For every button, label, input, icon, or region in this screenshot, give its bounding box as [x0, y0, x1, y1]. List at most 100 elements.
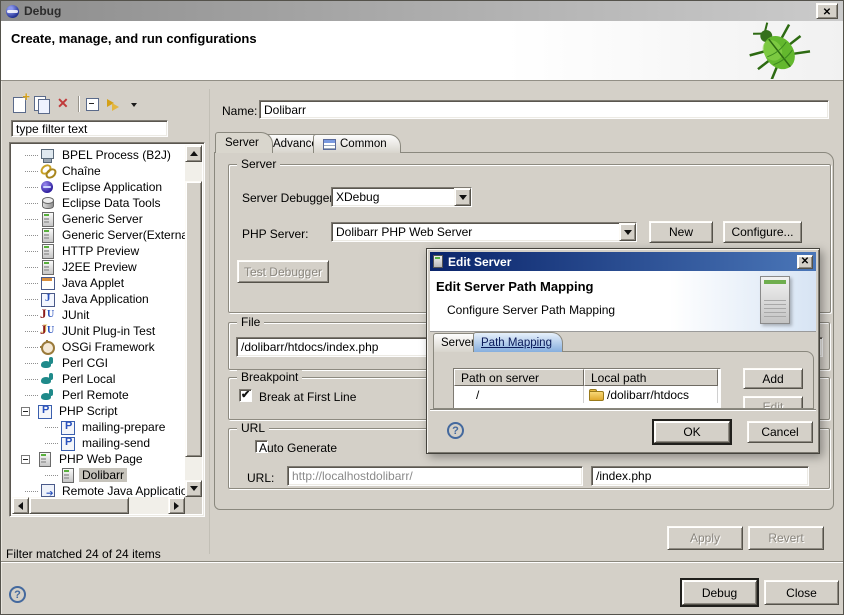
- server-icon: [40, 260, 55, 274]
- tab-common[interactable]: Common: [313, 134, 401, 153]
- tree-item-perl-local[interactable]: Perl Local: [12, 371, 185, 387]
- edit-server-close-button[interactable]: [797, 255, 813, 269]
- dropdown-arrow-icon[interactable]: [619, 223, 636, 241]
- scroll-up-icon[interactable]: [185, 145, 202, 162]
- server-debugger-select[interactable]: XDebug: [331, 187, 472, 207]
- tree-item-eclipse-application[interactable]: Eclipse Application: [12, 179, 185, 195]
- scroll-left-icon[interactable]: [12, 497, 29, 514]
- tree-item-generic-server-external-la[interactable]: Generic Server(External La: [12, 227, 185, 243]
- tree-item-label: JUnit Plug-in Test: [59, 324, 158, 338]
- tree-horizontal-scrollbar[interactable]: [12, 497, 185, 514]
- edit-mapping-button-label: Edit: [763, 400, 784, 410]
- tree-item-mailing-prepare[interactable]: mailing-prepare: [12, 419, 185, 435]
- expander-minus-icon[interactable]: [21, 407, 30, 416]
- dialog-heading: Edit Server Path Mapping: [436, 279, 593, 294]
- delete-configuration-icon[interactable]: [53, 94, 75, 114]
- scroll-down-icon[interactable]: [185, 480, 202, 497]
- server-icon: [60, 468, 75, 482]
- path-mapping-table[interactable]: Path on server Local path //dolibarr/htd…: [453, 368, 721, 409]
- footer-separator: [1, 561, 843, 563]
- tree-item-remote-java-application[interactable]: Remote Java Application: [12, 483, 185, 497]
- new-server-button[interactable]: New: [649, 221, 713, 243]
- tree-item-generic-server[interactable]: Generic Server: [12, 211, 185, 227]
- tree-item-label: JUnit: [59, 308, 92, 322]
- tree-item-label: Perl Remote: [59, 388, 132, 402]
- panel-sash[interactable]: [209, 89, 210, 554]
- database-icon: [40, 196, 55, 210]
- server-tower-icon: [760, 276, 790, 324]
- chain-icon: [40, 164, 55, 178]
- tree-item-bpel-process-b2j[interactable]: BPEL Process (B2J): [12, 147, 185, 163]
- column-path-on-server[interactable]: Path on server: [454, 369, 584, 386]
- tree-item-mailing-send[interactable]: mailing-send: [12, 435, 185, 451]
- configuration-name-input[interactable]: [260, 101, 828, 118]
- tree-item-j2ee-preview[interactable]: J2EE Preview: [12, 259, 185, 275]
- break-first-line-checkbox[interactable]: [239, 389, 252, 402]
- close-button[interactable]: Close: [764, 580, 839, 605]
- filter-input[interactable]: [12, 121, 167, 136]
- help-icon[interactable]: [9, 586, 26, 603]
- tree-item-php-script[interactable]: PHP Script: [12, 403, 185, 419]
- tree-item-java-application[interactable]: Java Application: [12, 291, 185, 307]
- dialog-subheading: Configure Server Path Mapping: [447, 303, 615, 317]
- tree-item-php-web-page[interactable]: PHP Web Page: [12, 451, 185, 467]
- configure-server-button[interactable]: Configure...: [723, 221, 802, 243]
- tree-item-label: Eclipse Data Tools: [59, 196, 164, 210]
- duplicate-configuration-icon[interactable]: [31, 94, 53, 114]
- edit-server-header: Edit Server Path Mapping Configure Serve…: [430, 271, 816, 332]
- server-group-legend: Server: [237, 157, 280, 172]
- dropdown-arrow-icon[interactable]: [454, 188, 471, 206]
- filter-launch-configurations-icon[interactable]: [104, 94, 126, 114]
- debug-button[interactable]: Debug: [682, 580, 757, 605]
- local-path-cell: /dolibarr/htdocs: [584, 386, 718, 403]
- php-icon: [60, 436, 75, 450]
- revert-button[interactable]: Revert: [748, 526, 824, 550]
- scroll-right-icon[interactable]: [168, 497, 185, 514]
- cancel-button[interactable]: Cancel: [747, 421, 813, 443]
- eclipse-icon: [40, 180, 55, 194]
- collapse-all-icon[interactable]: [82, 94, 104, 114]
- url-base-input[interactable]: [288, 467, 582, 485]
- tree-item-junit[interactable]: JUnit: [12, 307, 185, 323]
- horizontal-scroll-thumb[interactable]: [29, 497, 129, 514]
- tree-item-java-applet[interactable]: Java Applet: [12, 275, 185, 291]
- url-path-input[interactable]: [592, 467, 808, 485]
- remote-java-icon: [40, 484, 55, 497]
- window-titlebar[interactable]: Debug: [1, 1, 843, 21]
- column-local-path[interactable]: Local path: [584, 369, 718, 386]
- tree-item-osgi-framework[interactable]: OSGi Framework: [12, 339, 185, 355]
- edit-mapping-button[interactable]: Edit: [743, 396, 803, 409]
- configuration-tree: BPEL Process (B2J)ChaîneEclipse Applicat…: [9, 142, 205, 517]
- tree-item-cha-ne[interactable]: Chaîne: [12, 163, 185, 179]
- tree-vertical-scrollbar[interactable]: [185, 145, 202, 497]
- tree-item-perl-cgi[interactable]: Perl CGI: [12, 355, 185, 371]
- filter-menu-dropdown-icon[interactable]: [126, 94, 138, 114]
- server-debugger-label: Server Debugger:: [242, 191, 337, 205]
- dialog-tab-path-mapping[interactable]: Path Mapping: [473, 332, 563, 352]
- expander-minus-icon[interactable]: [21, 455, 30, 464]
- dialog-help-icon[interactable]: [447, 422, 464, 439]
- server-icon: [40, 244, 55, 258]
- tree-item-http-preview[interactable]: HTTP Preview: [12, 243, 185, 259]
- ok-button[interactable]: OK: [654, 421, 730, 443]
- vertical-scroll-thumb[interactable]: [185, 181, 202, 457]
- eclipse-icon: [6, 5, 19, 18]
- tree-item-junit-plug-in-test[interactable]: JUnit Plug-in Test: [12, 323, 185, 339]
- path-mapping-table-header[interactable]: Path on server Local path: [454, 369, 720, 386]
- path-on-server-cell: /: [454, 386, 584, 403]
- tree-item-eclipse-data-tools[interactable]: Eclipse Data Tools: [12, 195, 185, 211]
- tree-item-dolibarr[interactable]: Dolibarr: [12, 467, 185, 483]
- add-mapping-button[interactable]: Add: [743, 368, 803, 389]
- test-debugger-button[interactable]: Test Debugger: [237, 260, 329, 283]
- path-mapping-row[interactable]: //dolibarr/htdocs: [454, 386, 720, 403]
- new-configuration-icon[interactable]: [9, 94, 31, 114]
- perl-icon: [40, 356, 55, 370]
- window-close-button[interactable]: [816, 3, 838, 19]
- tab-server[interactable]: Server: [215, 132, 273, 153]
- edit-server-titlebar[interactable]: Edit Server: [430, 252, 816, 271]
- dialog-banner: Create, manage, and run configurations: [1, 21, 843, 81]
- apply-button[interactable]: Apply: [667, 526, 743, 550]
- tab-server-label: Server: [225, 137, 259, 149]
- tree-item-perl-remote[interactable]: Perl Remote: [12, 387, 185, 403]
- php-server-select[interactable]: Dolibarr PHP Web Server: [331, 222, 637, 242]
